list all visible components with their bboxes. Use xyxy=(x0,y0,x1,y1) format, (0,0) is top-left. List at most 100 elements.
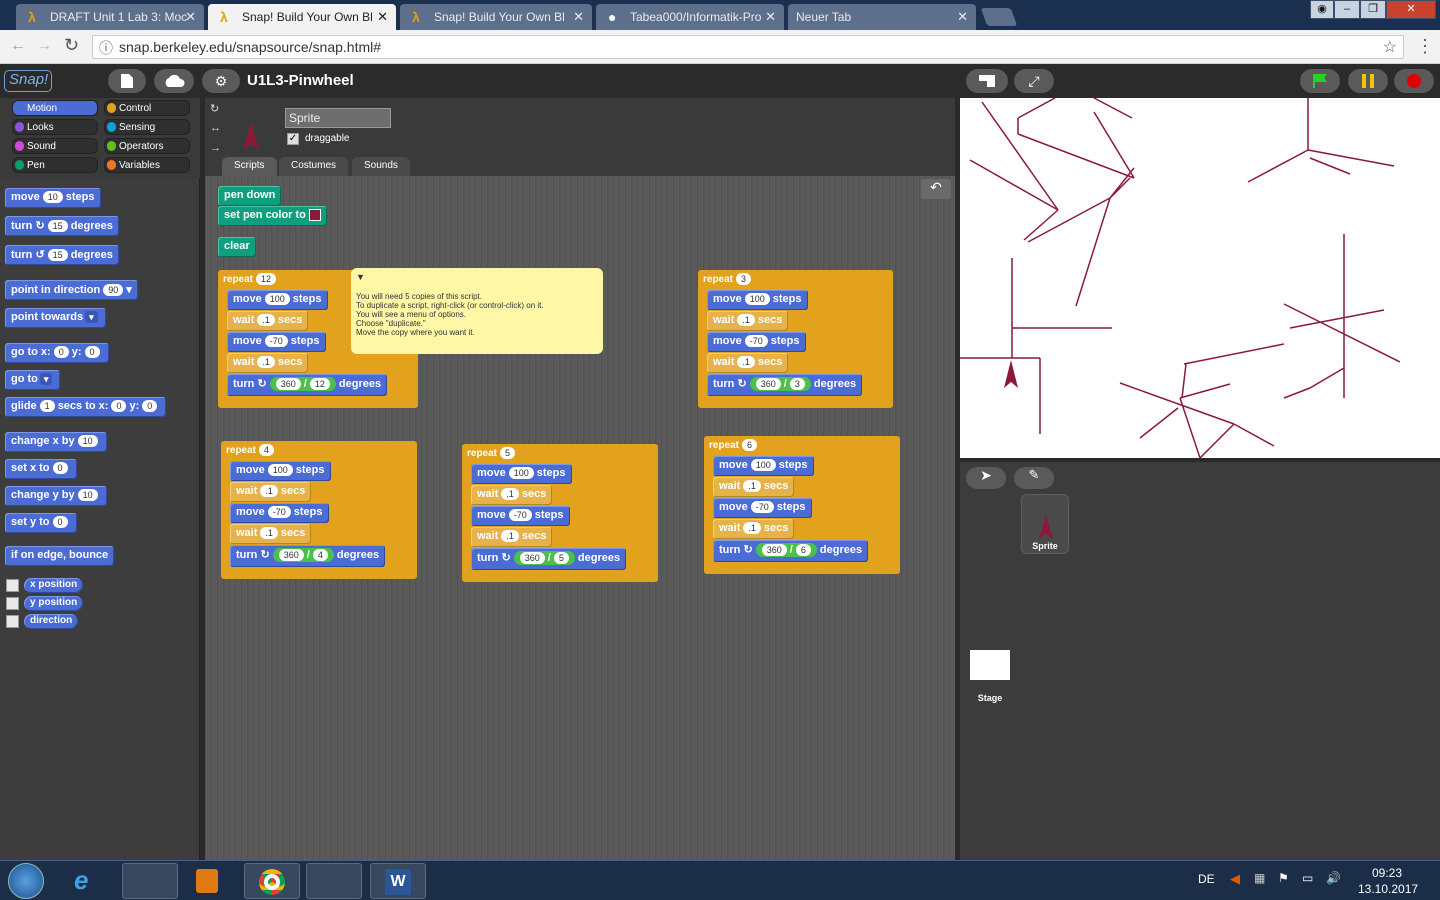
set-x-block[interactable]: set x to 0 xyxy=(5,459,77,479)
category-motion[interactable]: Motion xyxy=(12,100,98,116)
word-icon[interactable]: W xyxy=(370,863,426,899)
change-y-block[interactable]: change y by 10 xyxy=(5,486,107,506)
move-block[interactable]: move -70 steps xyxy=(707,332,806,352)
back-icon[interactable]: ← xyxy=(10,37,26,55)
tab-scripts[interactable]: Scripts xyxy=(222,157,277,176)
turn-left-block[interactable]: turn ↺ 15 degrees xyxy=(5,245,119,265)
repeat-script-4[interactable]: repeat 4 move 100 steps wait .1 secs move -70 step… xyxy=(221,441,417,579)
internet-explorer-icon[interactable]: e xyxy=(74,865,88,896)
collapse-arrow-icon[interactable]: ▼ xyxy=(356,272,598,282)
category-control[interactable]: Control xyxy=(104,100,190,116)
stop-button[interactable] xyxy=(1394,69,1434,93)
network-tray-icon[interactable]: ▦ xyxy=(1254,871,1265,885)
browser-tab-active[interactable]: λ Snap! Build Your Own Bl ✕ xyxy=(208,4,396,30)
repeat-script-5[interactable]: repeat 5 move 100 steps wait .1 secs move -70 step… xyxy=(462,444,658,582)
stage-canvas[interactable] xyxy=(960,97,1440,459)
monitor-tray-icon[interactable]: ▭ xyxy=(1302,871,1313,885)
set-pen-color-block[interactable]: set pen color to xyxy=(218,206,327,226)
move-block[interactable]: move 100 steps xyxy=(471,464,572,484)
close-window-button[interactable]: ✕ xyxy=(1386,0,1436,19)
minimize-button[interactable]: – xyxy=(1334,0,1360,19)
tray-arrow-icon[interactable]: ◀ xyxy=(1230,871,1240,887)
close-icon[interactable]: ✕ xyxy=(957,9,968,25)
language-indicator[interactable]: DE xyxy=(1198,872,1215,886)
maximize-button[interactable]: ❐ xyxy=(1360,0,1386,19)
move-block[interactable]: move 100 steps xyxy=(227,290,328,310)
move-block[interactable]: move 100 steps xyxy=(713,456,814,476)
cloud-button[interactable] xyxy=(154,69,194,93)
tab-sounds[interactable]: Sounds xyxy=(352,157,410,176)
clear-block[interactable]: clear xyxy=(218,237,256,257)
glide-block[interactable]: glide 1 secs to x: 0 y: 0 xyxy=(5,397,167,417)
chrome-taskbar-icon[interactable] xyxy=(244,863,300,899)
wait-block[interactable]: wait .1 secs xyxy=(227,311,309,331)
move-block[interactable]: move 100 steps xyxy=(230,461,331,481)
category-sound[interactable]: Sound xyxy=(12,138,98,154)
undo-button[interactable]: ↶ xyxy=(921,179,951,199)
category-variables[interactable]: Variables xyxy=(104,157,190,173)
clock-time[interactable]: 09:23 xyxy=(1372,866,1402,880)
move-block[interactable]: move -70 steps xyxy=(471,506,570,526)
turn-right-block[interactable]: turn ↻ 15 degrees xyxy=(5,216,119,236)
wait-block[interactable]: wait .1 secs xyxy=(471,485,553,505)
move-block[interactable]: move -70 steps xyxy=(230,503,329,523)
flag-tray-icon[interactable]: ⚑ xyxy=(1278,871,1289,885)
leftright-style-icon[interactable]: ↔ xyxy=(210,122,221,134)
repeat-script-3[interactable]: repeat 3 move 100 steps wait .1 secs move -70 step… xyxy=(698,270,893,408)
url-input[interactable]: ⓘ snap.berkeley.edu/snapsource/snap.html… xyxy=(92,35,1404,59)
stage-thumbnail[interactable] xyxy=(970,650,1010,680)
go-to-block[interactable]: go to ▾ xyxy=(5,370,61,390)
direction-reporter[interactable]: direction xyxy=(24,614,79,629)
wait-block[interactable]: wait .1 secs xyxy=(230,482,312,502)
browser-tab[interactable]: Neuer Tab ✕ xyxy=(788,4,976,30)
go-to-xy-block[interactable]: go to x: 0 y: 0 xyxy=(5,343,109,363)
clock-date[interactable]: 13.10.2017 xyxy=(1358,882,1418,896)
change-x-block[interactable]: change x by 10 xyxy=(5,432,107,452)
rotate-style-icon[interactable]: ↻ xyxy=(210,102,219,115)
turn-block[interactable]: turn ↻ 360/3 degrees xyxy=(707,374,863,396)
no-rotate-icon[interactable]: → xyxy=(210,142,221,154)
category-sensing[interactable]: Sensing xyxy=(104,119,190,135)
turn-block[interactable]: turn ↻ 360/5 degrees xyxy=(471,548,627,570)
direction-checkbox[interactable] xyxy=(6,615,19,628)
if-on-edge-bounce-block[interactable]: if on edge, bounce xyxy=(5,546,115,566)
bookmark-star-icon[interactable]: ☆ xyxy=(1383,37,1397,57)
repeat-script-6[interactable]: repeat 6 move 100 steps wait .1 secs move -70 step… xyxy=(704,436,900,574)
presentation-mode-button[interactable]: ⤢ xyxy=(1014,69,1054,93)
point-towards-block[interactable]: point towards ▾ xyxy=(5,308,106,328)
move-block[interactable]: move 100 steps xyxy=(707,290,808,310)
move-block[interactable]: move 10 steps xyxy=(5,188,101,208)
forward-icon[interactable]: → xyxy=(36,37,52,55)
x-position-checkbox[interactable] xyxy=(6,579,19,592)
turn-block[interactable]: turn ↻ 360/6 degrees xyxy=(713,540,869,562)
notes-app-icon[interactable] xyxy=(306,863,362,899)
category-operators[interactable]: Operators xyxy=(104,138,190,154)
close-icon[interactable]: ✕ xyxy=(185,9,196,25)
normal-stage-button[interactable] xyxy=(966,69,1008,93)
y-position-checkbox[interactable] xyxy=(6,597,19,610)
tab-costumes[interactable]: Costumes xyxy=(279,157,349,176)
close-icon[interactable]: ✕ xyxy=(573,9,584,25)
sprite-name-field[interactable]: Sprite xyxy=(285,108,391,128)
category-pen[interactable]: Pen xyxy=(12,157,98,173)
wait-block[interactable]: wait .1 secs xyxy=(230,524,312,544)
move-block[interactable]: move -70 steps xyxy=(227,332,326,352)
wait-block[interactable]: wait .1 secs xyxy=(471,527,553,547)
pen-down-block[interactable]: pen down xyxy=(218,186,282,206)
wait-block[interactable]: wait .1 secs xyxy=(713,519,795,539)
turn-block[interactable]: turn ↻ 360/4 degrees xyxy=(230,545,386,567)
close-icon[interactable]: ✕ xyxy=(765,9,776,25)
green-flag-button[interactable] xyxy=(1300,69,1340,93)
turn-block[interactable]: turn ↻ 360/12 degrees xyxy=(227,374,388,396)
x-position-reporter[interactable]: x position xyxy=(24,578,84,593)
draggable-checkbox[interactable]: ✓ xyxy=(287,133,299,145)
file-menu-button[interactable] xyxy=(108,69,146,93)
turtle-costume-button[interactable]: ➤ xyxy=(966,467,1006,489)
wait-block[interactable]: wait .1 secs xyxy=(713,477,795,497)
browser-menu-icon[interactable]: ⋮ xyxy=(1416,36,1434,57)
wait-block[interactable]: wait .1 secs xyxy=(707,353,789,373)
snap-logo[interactable]: Snap! xyxy=(4,70,52,92)
wait-block[interactable]: wait .1 secs xyxy=(227,353,309,373)
reload-icon[interactable]: ↻ xyxy=(64,35,79,56)
media-player-icon[interactable] xyxy=(182,863,238,899)
